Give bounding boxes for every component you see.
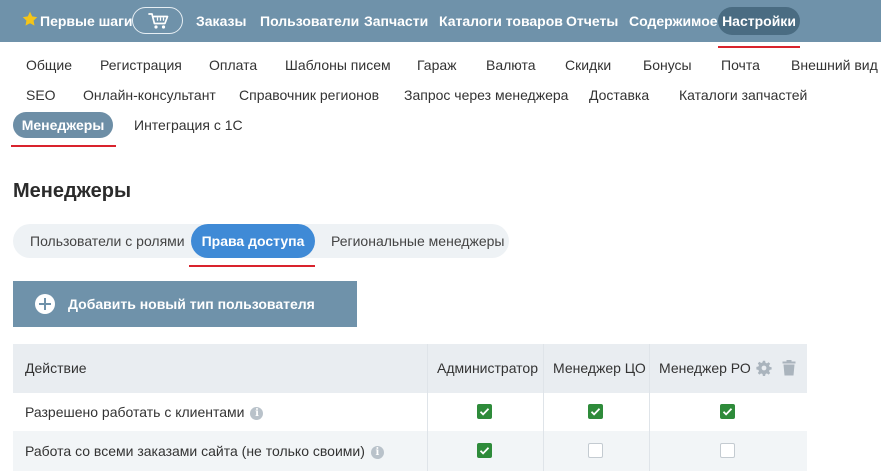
settings-tab-delivery[interactable]: Доставка (589, 87, 649, 103)
settings-tab-regions[interactable]: Справочник регионов (239, 87, 379, 103)
star-icon (22, 11, 38, 32)
checkbox-manager-co[interactable] (588, 443, 603, 458)
cart-button[interactable] (132, 7, 183, 34)
settings-tab-registration[interactable]: Регистрация (100, 57, 182, 73)
settings-tab-online-consultant[interactable]: Онлайн-консультант (83, 87, 216, 103)
info-icon[interactable]: i (250, 406, 264, 420)
checkbox-manager-ro[interactable] (720, 443, 735, 458)
nav-parts[interactable]: Запчасти (364, 0, 428, 42)
gear-icon[interactable] (756, 360, 772, 381)
table-row: Работа со всеми заказами сайта (не тольк… (13, 431, 807, 471)
page-title: Менеджеры (13, 180, 132, 202)
column-header-manager-co: Менеджер ЦО (553, 360, 646, 376)
column-header-manager-ro: Менеджер РО (659, 360, 751, 376)
table-row: Разрешено работать с клиентами i (13, 393, 807, 431)
row-action-label: Разрешено работать с клиентами i (25, 404, 264, 420)
nav-first-steps[interactable]: Первые шаги (40, 0, 133, 42)
column-divider (543, 344, 544, 471)
checkbox-manager-co[interactable] (588, 404, 603, 419)
settings-tab-managers[interactable]: Менеджеры (13, 112, 113, 138)
active-subtab-underline (11, 145, 116, 147)
checkbox-administrator[interactable] (477, 443, 492, 458)
trash-icon[interactable] (782, 360, 796, 381)
column-divider (649, 344, 650, 471)
settings-tab-email-templates[interactable]: Шаблоны писем (285, 57, 391, 73)
settings-tab-bonuses[interactable]: Бонусы (643, 57, 692, 73)
column-divider (427, 344, 428, 471)
active-segment-underline (189, 265, 315, 267)
settings-tab-seo[interactable]: SEO (26, 87, 56, 103)
settings-tab-manager-request[interactable]: Запрос через менеджера (404, 87, 568, 103)
segment-tab-users-with-roles[interactable]: Пользователи с ролями (30, 224, 185, 258)
row-action-label: Работа со всеми заказами сайта (не тольк… (25, 443, 384, 459)
settings-tab-general[interactable]: Общие (26, 57, 72, 73)
segment-tab-access-rights[interactable]: Права доступа (191, 224, 315, 258)
settings-tab-1c-integration[interactable]: Интеграция с 1С (134, 117, 243, 133)
settings-tab-parts-catalogs[interactable]: Каталоги запчастей (679, 87, 807, 103)
nav-settings[interactable]: Настройки (718, 7, 800, 35)
segment-tab-regional-managers[interactable]: Региональные менеджеры (331, 224, 504, 258)
checkbox-manager-ro[interactable] (720, 404, 735, 419)
nav-orders[interactable]: Заказы (196, 0, 246, 42)
settings-tab-currency[interactable]: Валюта (486, 57, 536, 73)
nav-reports[interactable]: Отчеты (566, 0, 618, 42)
settings-tab-mail[interactable]: Почта (721, 57, 760, 73)
add-user-type-label: Добавить новый тип пользователя (68, 296, 315, 312)
settings-tab-payment[interactable]: Оплата (209, 57, 257, 73)
column-header-administrator: Администратор (437, 360, 539, 376)
plus-circle-icon (35, 294, 55, 314)
nav-catalogs[interactable]: Каталоги товаров (439, 0, 563, 42)
add-user-type-button[interactable]: Добавить новый тип пользователя (13, 281, 357, 327)
info-icon[interactable]: i (370, 445, 384, 459)
nav-content[interactable]: Содержимое (629, 0, 718, 42)
checkbox-administrator[interactable] (477, 404, 492, 419)
top-navigation-bar: Первые шаги Заказы Пользователи Запчасти… (0, 0, 881, 42)
settings-tab-discounts[interactable]: Скидки (565, 57, 611, 73)
cart-icon (148, 13, 169, 29)
table-header: Действие Администратор Менеджер ЦО Менед… (13, 344, 807, 393)
nav-users[interactable]: Пользователи (260, 0, 359, 42)
settings-tab-appearance[interactable]: Внешний вид (791, 57, 878, 73)
settings-tab-garage[interactable]: Гараж (417, 57, 457, 73)
column-header-action: Действие (25, 360, 87, 376)
active-nav-underline (718, 46, 800, 48)
